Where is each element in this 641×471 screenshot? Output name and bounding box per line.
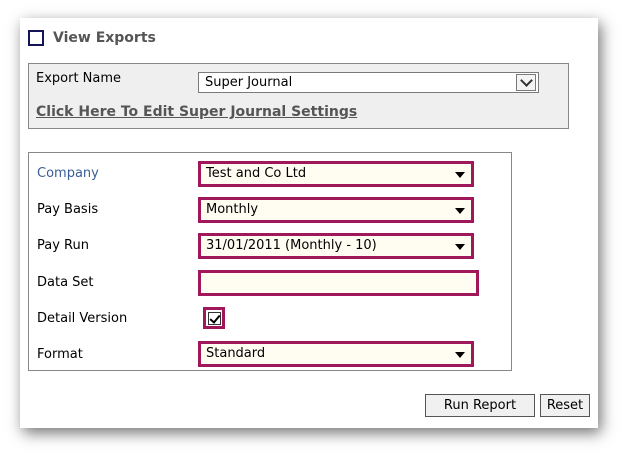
detail-version-checkbox-frame[interactable]	[203, 307, 225, 329]
company-select[interactable]: Test and Co Ltd	[198, 161, 474, 187]
dropdown-arrow-icon	[455, 208, 465, 214]
company-label: Company	[37, 166, 99, 181]
pay-basis-label: Pay Basis	[37, 202, 99, 217]
format-select[interactable]: Standard	[198, 341, 474, 367]
company-value: Test and Co Ltd	[206, 166, 307, 181]
export-name-select[interactable]: Super Journal	[198, 72, 539, 93]
format-label: Format	[37, 347, 83, 362]
detail-version-label: Detail Version	[37, 311, 128, 326]
pay-basis-select[interactable]: Monthly	[198, 197, 474, 223]
dropdown-arrow-icon	[455, 172, 465, 178]
format-value: Standard	[206, 346, 266, 361]
dropdown-arrow-icon	[455, 352, 465, 358]
pay-run-label: Pay Run	[37, 238, 89, 253]
square-icon	[28, 30, 44, 46]
pay-run-value: 31/01/2011 (Monthly - 10)	[206, 238, 377, 253]
export-name-value: Super Journal	[205, 75, 293, 90]
dropdown-button[interactable]	[516, 74, 536, 91]
dropdown-arrow-icon	[455, 244, 465, 250]
data-set-label: Data Set	[37, 275, 94, 290]
export-name-section: Export Name Super Journal Click Here To …	[28, 63, 569, 129]
data-set-input[interactable]	[198, 270, 479, 296]
page-title: View Exports	[53, 30, 156, 46]
export-name-label: Export Name	[36, 71, 122, 86]
run-report-button[interactable]: Run Report	[425, 394, 535, 417]
panel-header: View Exports	[28, 28, 156, 48]
detail-version-checkbox[interactable]	[207, 311, 221, 325]
pay-run-select[interactable]: 31/01/2011 (Monthly - 10)	[198, 233, 474, 259]
reset-button[interactable]: Reset	[540, 394, 590, 417]
edit-settings-link[interactable]: Click Here To Edit Super Journal Setting…	[36, 104, 357, 120]
report-form: Company Test and Co Ltd Pay Basis Monthl…	[28, 152, 512, 371]
pay-basis-value: Monthly	[206, 202, 259, 217]
chevron-down-icon	[519, 74, 533, 87]
view-exports-panel: View Exports Export Name Super Journal C…	[20, 18, 598, 428]
